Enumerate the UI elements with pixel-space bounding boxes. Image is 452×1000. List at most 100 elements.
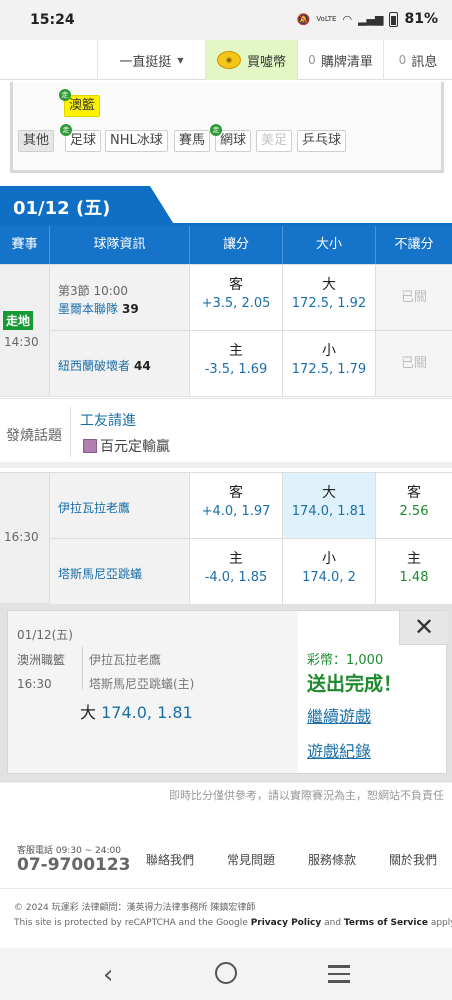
odds-cell-total-under[interactable]: 小 172.5, 1.79 <box>283 331 376 397</box>
odds-side: 主 <box>407 551 421 567</box>
sport-filter-panel: 走 澳籃 其他 走 足球 NHL冰球 賽馬 走 網球 美足 乒乓球 <box>10 82 444 173</box>
odds-side: 大 <box>322 485 336 501</box>
footer-link-contact[interactable]: 聯絡我們 <box>146 851 194 868</box>
hot-topic-link[interactable]: 百元定輸贏 <box>100 436 170 456</box>
sport-chip-tennis[interactable]: 走 網球 <box>210 124 252 152</box>
battery-icon <box>389 11 399 27</box>
bet-coins: 彩幣：1,000 <box>307 653 384 668</box>
live-badge: 走地 <box>3 311 34 330</box>
bet-time: 16:30 <box>17 677 52 691</box>
wifi-icon: ◠ <box>342 12 353 26</box>
hot-topic-divider <box>70 407 71 457</box>
team-name-away[interactable]: 伊拉瓦拉老鷹 <box>58 499 130 516</box>
sport-chip-table-tennis[interactable]: 乒乓球 <box>297 130 347 152</box>
live-mark-icon: 走 <box>60 124 72 136</box>
recent-apps-icon[interactable] <box>328 965 350 988</box>
game-row-1: 走地 14:30 第3節 10:00 墨爾本聯隊 39 紐西蘭破壞者 44 客 +3… <box>0 264 452 397</box>
continue-game-link[interactable]: 繼續遊戲 <box>307 703 371 727</box>
team-name-home[interactable]: 塔斯馬尼亞跳蟻 <box>58 565 142 582</box>
close-icon[interactable]: ✕ <box>399 611 448 645</box>
game-time: 14:30 <box>4 335 39 349</box>
hot-topic-link[interactable]: 工友請進 <box>80 410 136 430</box>
team-cell-away: 第3節 10:00 墨爾本聯隊 39 <box>50 265 190 331</box>
back-icon[interactable]: ‹ <box>103 960 113 990</box>
privacy-policy-link[interactable]: Privacy Policy <box>251 918 322 928</box>
sport-chip-other[interactable]: 其他 <box>18 130 55 152</box>
odds-side: 小 <box>322 343 336 359</box>
sport-chip-nhl[interactable]: NHL冰球 <box>105 130 168 152</box>
date-bar: 01/12 (五) <box>0 186 452 226</box>
chip-label: 澳籃 <box>69 98 96 113</box>
chip-label: 足球 <box>70 133 97 148</box>
live-mark-icon: 走 <box>210 124 222 136</box>
game-record-link[interactable]: 遊戲紀錄 <box>307 738 371 762</box>
odds-cell-total-under[interactable]: 小 174.0, 2 <box>283 539 376 605</box>
odds-value: 172.5, 1.79 <box>291 362 367 377</box>
odds-cell-moneyline-home[interactable]: 主 1.48 <box>376 539 452 605</box>
footer-divider <box>0 782 452 783</box>
score-disclaimer: 即時比分僅供參考，請以實際賽況為主，恕網站不負責任 <box>169 789 444 802</box>
terms-of-service-link[interactable]: Terms of Service <box>344 918 428 928</box>
odds-value: 174.0, 2 <box>302 570 356 585</box>
recaptcha-notice: This site is protected by reCAPTCHA and … <box>14 918 452 928</box>
recaptcha-text: This site is protected by reCAPTCHA and … <box>14 918 248 928</box>
odds-cell-spread-home[interactable]: 主 -4.0, 1.85 <box>190 539 283 605</box>
user-menu[interactable]: 一直挺挺 ▼ <box>97 40 205 80</box>
cart-label: 購牌清單 <box>320 54 373 70</box>
odds-value: -3.5, 1.69 <box>204 362 268 377</box>
home-icon[interactable] <box>215 962 237 984</box>
recaptcha-and: and <box>324 918 342 928</box>
odds-value: +3.5, 2.05 <box>201 296 271 311</box>
chip-label: 其他 <box>23 133 50 148</box>
footer-link-faq[interactable]: 常見問題 <box>227 851 275 868</box>
live-mark-icon: 走 <box>59 89 71 101</box>
odds-value: 172.5, 1.92 <box>291 296 367 311</box>
chip-label: 網球 <box>220 133 247 148</box>
bet-pick: 大 174.0, 1.81 <box>80 699 193 723</box>
odds-side: 主 <box>229 551 243 567</box>
chip-label: NHL冰球 <box>110 133 163 148</box>
odds-cell-spread-away[interactable]: 客 +4.0, 1.97 <box>190 473 283 539</box>
odds-side: 大 <box>322 277 336 293</box>
message-button[interactable]: 0 訊息 <box>383 40 452 80</box>
coin-icon: ◉ <box>216 51 241 69</box>
game-time: 16:30 <box>4 530 39 544</box>
bet-confirm-card: 01/12(五) 澳洲職籃 16:30 伊拉瓦拉老鷹 塔斯馬尼亞跳蟻(主) 大 … <box>7 610 448 774</box>
customer-service-phone[interactable]: 07-9700123 <box>17 855 131 875</box>
header-teams: 球隊資訊 <box>50 226 190 264</box>
footer-link-terms[interactable]: 服務條款 <box>308 851 356 868</box>
team-name-away[interactable]: 墨爾本聯隊 39 <box>58 300 139 317</box>
header-spread: 讓分 <box>190 226 283 264</box>
team-cell-home: 塔斯馬尼亞跳蟻 <box>50 539 190 605</box>
cart-count: 0 <box>308 53 316 67</box>
odds-cell-spread-home[interactable]: 主 -3.5, 1.69 <box>190 331 283 397</box>
cart-button[interactable]: 0 購牌清單 <box>297 40 383 80</box>
message-count: 0 <box>398 53 407 67</box>
sport-chip-soccer[interactable]: 走 足球 <box>60 124 102 152</box>
team-cell-away: 伊拉瓦拉老鷹 <box>50 473 190 539</box>
odds-side: 小 <box>322 551 336 567</box>
game-event-cell: 16:30 <box>0 473 50 603</box>
odds-cell-total-over-selected[interactable]: 大 174.0, 1.81 <box>283 473 376 539</box>
status-icons: 🔕 VoLTE ◠ ▂▄▆ 81% <box>297 11 438 27</box>
odds-side: 客 <box>229 485 243 501</box>
signal-icon: ▂▄▆ <box>358 12 384 26</box>
odds-cell-total-over[interactable]: 大 172.5, 1.92 <box>283 265 376 331</box>
bet-confirm-overlay: 01/12(五) 澳洲職籃 16:30 伊拉瓦拉老鷹 塔斯馬尼亞跳蟻(主) 大 … <box>0 604 452 782</box>
odds-cell-moneyline-away[interactable]: 客 2.56 <box>376 473 452 539</box>
odds-value: 2.56 <box>399 504 429 519</box>
odds-value: +4.0, 1.97 <box>201 504 271 519</box>
sport-chip-aus-basketball[interactable]: 走 澳籃 <box>59 89 101 117</box>
sport-chip-horse[interactable]: 賽馬 <box>174 130 211 152</box>
odds-cell-spread-away[interactable]: 客 +3.5, 2.05 <box>190 265 283 331</box>
odds-value: 174.0, 1.81 <box>291 504 367 519</box>
game-row-2: 16:30 伊拉瓦拉老鷹 塔斯馬尼亞跳蟻 客 +4.0, 1.97 主 -4.0… <box>0 472 452 605</box>
buy-coin-button[interactable]: ◉ 買噓幣 <box>205 40 297 80</box>
chip-label: 美足 <box>261 133 288 148</box>
bet-success-message: 送出完成！ <box>307 673 403 695</box>
header-total: 大小 <box>283 226 376 264</box>
team-name-home[interactable]: 紐西蘭破壞者 44 <box>58 357 151 374</box>
odds-side: 主 <box>229 343 243 359</box>
copyright-text: © 2024 玩運彩 法律顧問：漢英得力法律事務所 陳鎮宏律師 <box>14 903 256 913</box>
footer-link-about[interactable]: 關於我們 <box>389 851 437 868</box>
